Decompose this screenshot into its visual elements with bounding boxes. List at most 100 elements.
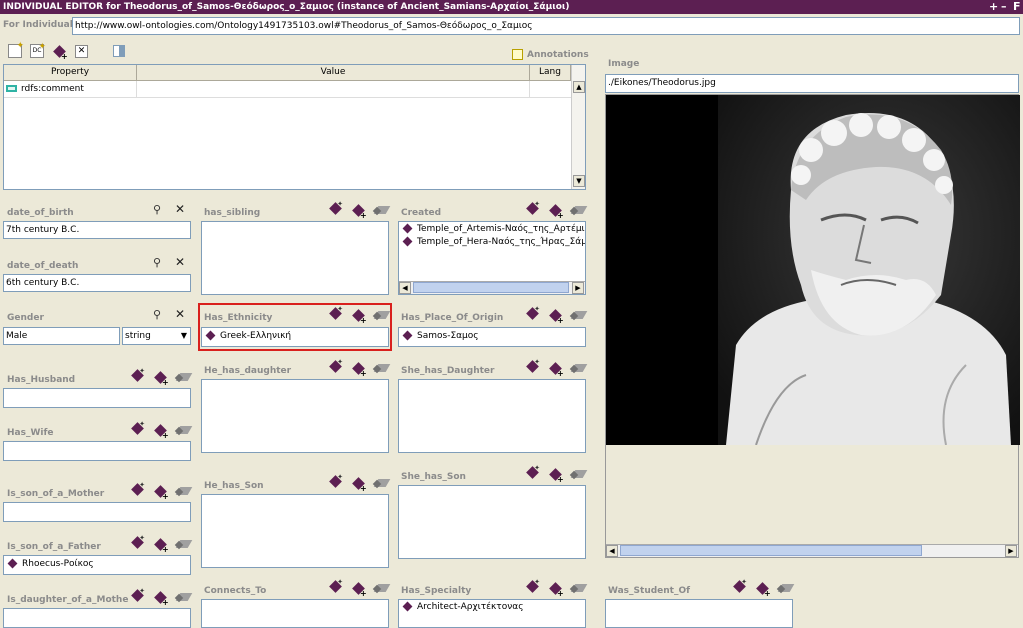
remove-instance-icon[interactable] — [372, 308, 391, 322]
add-instance-icon[interactable]: + — [549, 204, 564, 220]
list-item[interactable]: Architect-Αρχιτέκτονας — [399, 601, 585, 614]
add-instance-icon[interactable]: + — [549, 309, 564, 325]
created-horizontal-scrollbar[interactable]: ◀ ▶ — [399, 281, 585, 294]
remove-instance-icon[interactable] — [372, 361, 391, 375]
he-has-daughter-list[interactable] — [201, 379, 389, 453]
is-daughter-of-a-mother-list[interactable] — [3, 608, 191, 628]
he-has-son-list[interactable] — [201, 494, 389, 568]
add-instance-icon[interactable]: + — [154, 424, 169, 440]
create-instance-icon[interactable]: ✦ — [131, 534, 145, 550]
property-column-header[interactable]: Property — [4, 65, 137, 81]
remove-instance-icon[interactable] — [776, 581, 795, 595]
list-item[interactable]: Temple_of_Artemis-Ναός_της_Αρτέμιδας — [399, 223, 585, 236]
remove-instance-icon[interactable] — [174, 370, 193, 384]
add-instance-icon[interactable]: + — [352, 309, 367, 325]
list-item[interactable]: Rhoecus-Ροίκος — [4, 558, 190, 571]
duplicate-document-icon[interactable]: DC ✦ — [30, 42, 46, 58]
created-list[interactable]: Temple_of_Artemis-Ναός_της_Αρτέμιδας Tem… — [398, 221, 586, 295]
value-cell[interactable] — [137, 81, 530, 98]
add-instance-icon[interactable]: + — [549, 582, 564, 598]
add-instance-icon[interactable]: + — [53, 45, 68, 61]
delete-instance-icon[interactable]: ✕ — [75, 45, 88, 58]
clear-icon[interactable]: ✕ — [175, 203, 187, 215]
remove-instance-icon[interactable] — [372, 203, 391, 217]
scroll-thumb[interactable] — [620, 545, 922, 556]
scroll-thumb[interactable] — [413, 282, 569, 293]
scroll-left-arrow-icon[interactable]: ◀ — [606, 545, 618, 557]
create-instance-icon[interactable]: ✦ — [526, 578, 540, 594]
add-instance-icon[interactable]: + — [154, 538, 169, 554]
has-sibling-list[interactable] — [201, 221, 389, 295]
create-instance-icon[interactable]: ✦ — [733, 578, 747, 594]
connects-to-list[interactable] — [201, 599, 389, 628]
add-instance-icon[interactable]: + — [352, 362, 367, 378]
search-icon[interactable]: ⚲ — [153, 257, 165, 269]
lang-column-header[interactable]: Lang — [530, 65, 571, 81]
clear-icon[interactable]: ✕ — [175, 256, 187, 268]
annotations-label[interactable]: Annotations — [527, 50, 589, 60]
search-icon[interactable]: ⚲ — [153, 309, 165, 321]
new-document-icon[interactable]: ✦ — [8, 41, 24, 58]
date-of-death-field[interactable]: 6th century B.C. — [3, 274, 191, 292]
gender-type-select[interactable]: string ▼ — [122, 327, 191, 345]
window-add-button[interactable]: + — [989, 0, 998, 13]
list-item[interactable]: Samos-Σαμος — [399, 330, 585, 343]
create-instance-icon[interactable]: ✦ — [329, 305, 343, 321]
has-husband-list[interactable] — [3, 388, 191, 408]
window-minimize-button[interactable]: – — [1001, 0, 1007, 13]
gender-field[interactable]: Male — [3, 327, 120, 345]
scroll-down-arrow-icon[interactable]: ▼ — [573, 175, 585, 187]
add-instance-icon[interactable]: + — [154, 591, 169, 607]
remove-instance-icon[interactable] — [569, 467, 588, 481]
create-instance-icon[interactable]: ✦ — [131, 481, 145, 497]
window-float-button[interactable]: F — [1013, 0, 1021, 13]
remove-instance-icon[interactable] — [569, 581, 588, 595]
remove-instance-icon[interactable] — [174, 537, 193, 551]
remove-instance-icon[interactable] — [569, 361, 588, 375]
add-instance-icon[interactable]: + — [549, 468, 564, 484]
scroll-right-arrow-icon[interactable]: ▶ — [572, 282, 584, 294]
scroll-up-arrow-icon[interactable]: ▲ — [573, 81, 585, 93]
remove-instance-icon[interactable] — [174, 484, 193, 498]
date-of-birth-field[interactable]: 7th century B.C. — [3, 221, 191, 239]
clear-icon[interactable]: ✕ — [175, 308, 187, 320]
create-instance-icon[interactable]: ✦ — [526, 200, 540, 216]
search-icon[interactable]: ⚲ — [153, 204, 165, 216]
add-instance-icon[interactable]: + — [352, 204, 367, 220]
remove-instance-icon[interactable] — [569, 203, 588, 217]
view-panel-icon[interactable] — [113, 45, 125, 57]
table-row[interactable]: rdfs:comment — [4, 81, 571, 98]
has-place-of-origin-list[interactable]: Samos-Σαμος — [398, 327, 586, 347]
has-wife-list[interactable] — [3, 441, 191, 461]
add-instance-icon[interactable]: + — [154, 485, 169, 501]
create-instance-icon[interactable]: ✦ — [526, 464, 540, 480]
add-instance-icon[interactable]: + — [352, 582, 367, 598]
create-instance-icon[interactable]: ✦ — [526, 358, 540, 374]
create-instance-icon[interactable]: ✦ — [526, 305, 540, 321]
add-instance-icon[interactable]: + — [154, 371, 169, 387]
annotations-note-icon[interactable] — [512, 49, 523, 60]
remove-instance-icon[interactable] — [174, 423, 193, 437]
she-has-daughter-list[interactable] — [398, 379, 586, 453]
create-instance-icon[interactable]: ✦ — [329, 200, 343, 216]
create-instance-icon[interactable]: ✦ — [329, 473, 343, 489]
create-instance-icon[interactable]: ✦ — [329, 578, 343, 594]
add-instance-icon[interactable]: + — [352, 477, 367, 493]
lang-cell[interactable] — [530, 81, 571, 98]
list-item[interactable]: Temple_of_Hera-Ναός_της_Ήρας_Σάμου — [399, 236, 585, 249]
remove-instance-icon[interactable] — [569, 308, 588, 322]
scroll-left-arrow-icon[interactable]: ◀ — [399, 282, 411, 294]
has-ethnicity-list[interactable]: Greek-Ελληνική — [201, 327, 389, 347]
add-instance-icon[interactable]: + — [549, 362, 564, 378]
she-has-son-list[interactable] — [398, 485, 586, 559]
has-specialty-list[interactable]: Architect-Αρχιτέκτονας — [398, 599, 586, 628]
is-son-of-a-father-list[interactable]: Rhoecus-Ροίκος — [3, 555, 191, 575]
scroll-right-arrow-icon[interactable]: ▶ — [1005, 545, 1017, 557]
remove-instance-icon[interactable] — [372, 581, 391, 595]
remove-instance-icon[interactable] — [372, 476, 391, 490]
add-instance-icon[interactable]: + — [756, 582, 771, 598]
is-son-of-a-mother-list[interactable] — [3, 502, 191, 522]
list-item[interactable]: Greek-Ελληνική — [202, 330, 388, 343]
image-horizontal-scrollbar[interactable]: ◀ ▶ — [606, 544, 1018, 557]
create-instance-icon[interactable]: ✦ — [329, 358, 343, 374]
